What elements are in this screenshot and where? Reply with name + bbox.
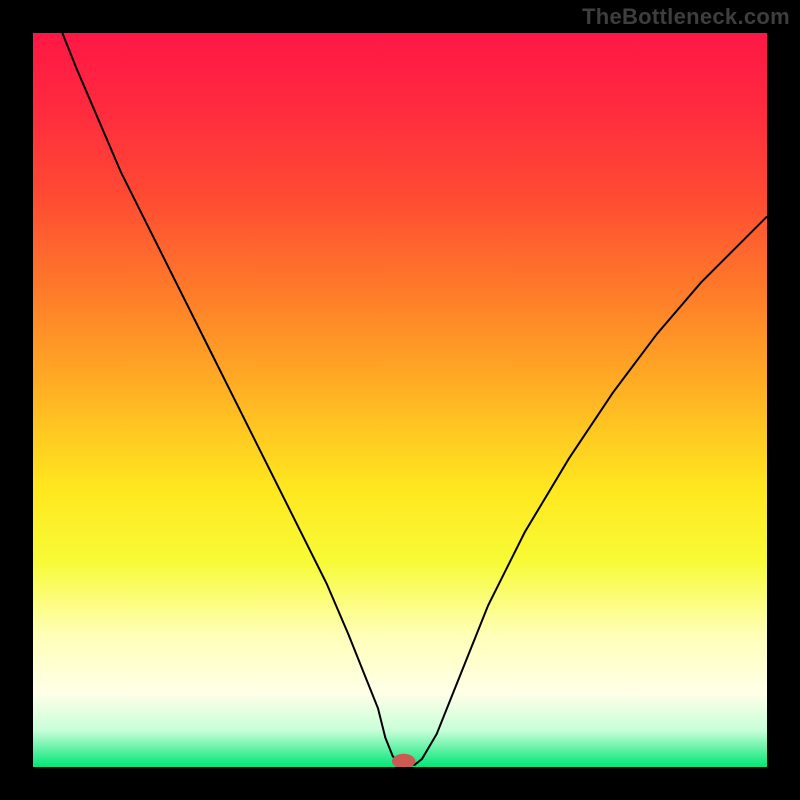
chart-frame: TheBottleneck.com xyxy=(0,0,800,800)
plot-background xyxy=(33,33,767,767)
watermark-text: TheBottleneck.com xyxy=(582,4,790,30)
bottleneck-chart xyxy=(33,33,767,767)
